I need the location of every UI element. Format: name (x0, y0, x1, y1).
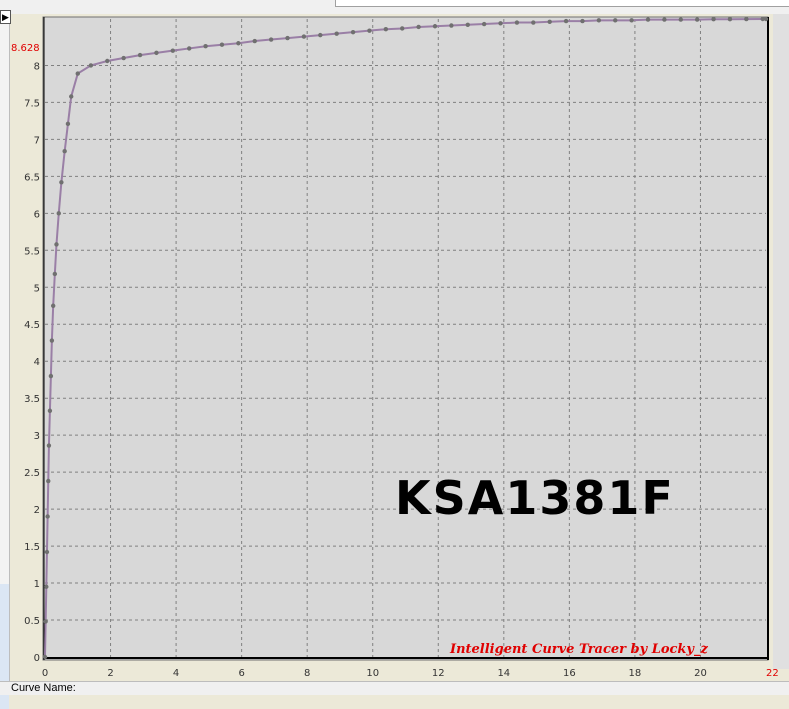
x-tick-label-1: 2 (107, 668, 113, 679)
data-point-32 (301, 34, 307, 39)
data-point-26 (203, 44, 208, 49)
data-point-43 (481, 21, 487, 27)
x-tick-label-5: 10 (366, 668, 379, 679)
x-tick-label-6: 12 (432, 668, 445, 679)
data-point-13 (56, 211, 61, 216)
y-tick-label-3: 1.5 (24, 542, 40, 553)
x-tick-label-4: 8 (304, 668, 310, 679)
x-tick-label-3: 6 (238, 668, 244, 679)
y-tick-label-13: 6.5 (24, 172, 40, 183)
data-point-57 (711, 17, 716, 22)
data-point-17 (69, 94, 74, 99)
y-tick-label-14: 7 (34, 135, 40, 146)
y-tick-label-0: 0 (34, 653, 40, 664)
data-point-35 (350, 29, 356, 35)
x-axis-ticks: 0 2 4 6 8 10 12 14 16 18 20 (42, 668, 707, 679)
x-tick-label-9: 18 (629, 668, 642, 679)
data-point-11 (52, 271, 58, 277)
data-point-59 (744, 16, 749, 22)
y-tick-label-4: 2 (34, 505, 40, 516)
data-point-22 (137, 52, 143, 58)
curve-name-label: Curve Name: (11, 682, 76, 694)
data-point-29 (252, 38, 257, 44)
y-tick-label-15: 7.5 (24, 98, 40, 109)
y-tick-label-11: 5.5 (24, 246, 40, 257)
data-point-21 (121, 55, 126, 61)
x-tick-label-8: 16 (563, 668, 576, 679)
data-point-28 (236, 41, 241, 46)
credit-label: Intelligent Curve Tracer by Locky_z (449, 642, 708, 657)
y-tick-label-2: 1 (34, 579, 40, 590)
data-point-14 (59, 180, 64, 185)
y-max-label: 8.628 (11, 43, 40, 54)
data-point-34 (334, 31, 339, 36)
data-point-58 (727, 17, 733, 22)
data-point-53 (645, 17, 651, 22)
data-point-24 (170, 48, 176, 53)
data-point-40 (432, 24, 438, 29)
y-tick-label-16: 8 (34, 61, 40, 72)
y-tick-label-5: 2.5 (24, 468, 40, 479)
data-point-51 (613, 18, 618, 23)
data-point-36 (367, 28, 372, 33)
data-point-8 (48, 373, 54, 379)
chart-background (42, 16, 769, 661)
data-point-19 (88, 63, 94, 68)
data-point-3 (44, 549, 50, 555)
y-tick-label-6: 3 (34, 431, 40, 442)
data-point-52 (629, 18, 634, 23)
data-point-55 (678, 17, 683, 22)
data-point-42 (465, 22, 470, 27)
chart-title: KSA1381F (395, 471, 675, 525)
data-point-47 (547, 19, 552, 25)
data-point-45 (514, 20, 520, 25)
data-point-46 (531, 20, 536, 25)
x-max-label: 22 (766, 668, 779, 679)
data-point-9 (49, 338, 55, 343)
x-tick-label-10: 20 (694, 668, 707, 679)
y-tick-label-12: 6 (34, 209, 40, 220)
x-tick-label-2: 4 (173, 668, 179, 679)
data-point-12 (54, 242, 59, 247)
data-point-54 (662, 17, 667, 22)
y-tick-label-10: 5 (34, 283, 40, 294)
data-point-31 (285, 35, 290, 41)
data-point-1 (43, 619, 48, 624)
data-point-18 (75, 71, 80, 76)
data-point-56 (694, 17, 700, 22)
data-point-37 (383, 27, 389, 32)
data-point-38 (400, 26, 405, 31)
y-tick-label-7: 3.5 (24, 394, 40, 405)
y-tick-label-8: 4 (34, 357, 40, 368)
data-point-23 (154, 50, 159, 56)
y-axis-ticks: 0 0.5 1 1.5 2 2.5 3 3.5 4 4.5 5 5.5 6 6.5 7 7.5 8 (24, 61, 40, 664)
data-point-4 (45, 514, 50, 519)
curve-tracer-chart: 0 2 4 6 8 10 12 14 16 18 20 0 0.5 1 1.5 2 2.5 3 3.5 4 4.5 5 5… (11, 16, 779, 679)
data-point-6 (46, 443, 52, 448)
data-point-50 (596, 18, 602, 23)
data-point-5 (46, 478, 51, 484)
data-point-20 (105, 58, 110, 64)
data-point-39 (416, 24, 421, 30)
data-point-10 (50, 303, 56, 308)
data-point-49 (580, 18, 585, 24)
y-tick-label-1: 0.5 (24, 616, 40, 627)
data-point-25 (187, 46, 192, 51)
x-tick-label-7: 14 (497, 668, 510, 679)
data-point-41 (449, 23, 454, 28)
data-point-0 (42, 654, 48, 660)
data-point-27 (219, 42, 225, 47)
data-point-30 (268, 37, 274, 42)
data-point-7 (47, 408, 53, 413)
data-point-48 (563, 18, 569, 24)
y-tick-label-9: 4.5 (24, 320, 40, 331)
x-tick-label-0: 0 (42, 668, 48, 679)
data-point-61 (763, 16, 769, 22)
data-point-44 (498, 21, 503, 26)
status-bar (0, 681, 789, 695)
data-point-2 (44, 584, 49, 589)
data-point-15 (62, 149, 67, 154)
data-point-16 (65, 121, 71, 127)
data-point-33 (318, 32, 323, 38)
